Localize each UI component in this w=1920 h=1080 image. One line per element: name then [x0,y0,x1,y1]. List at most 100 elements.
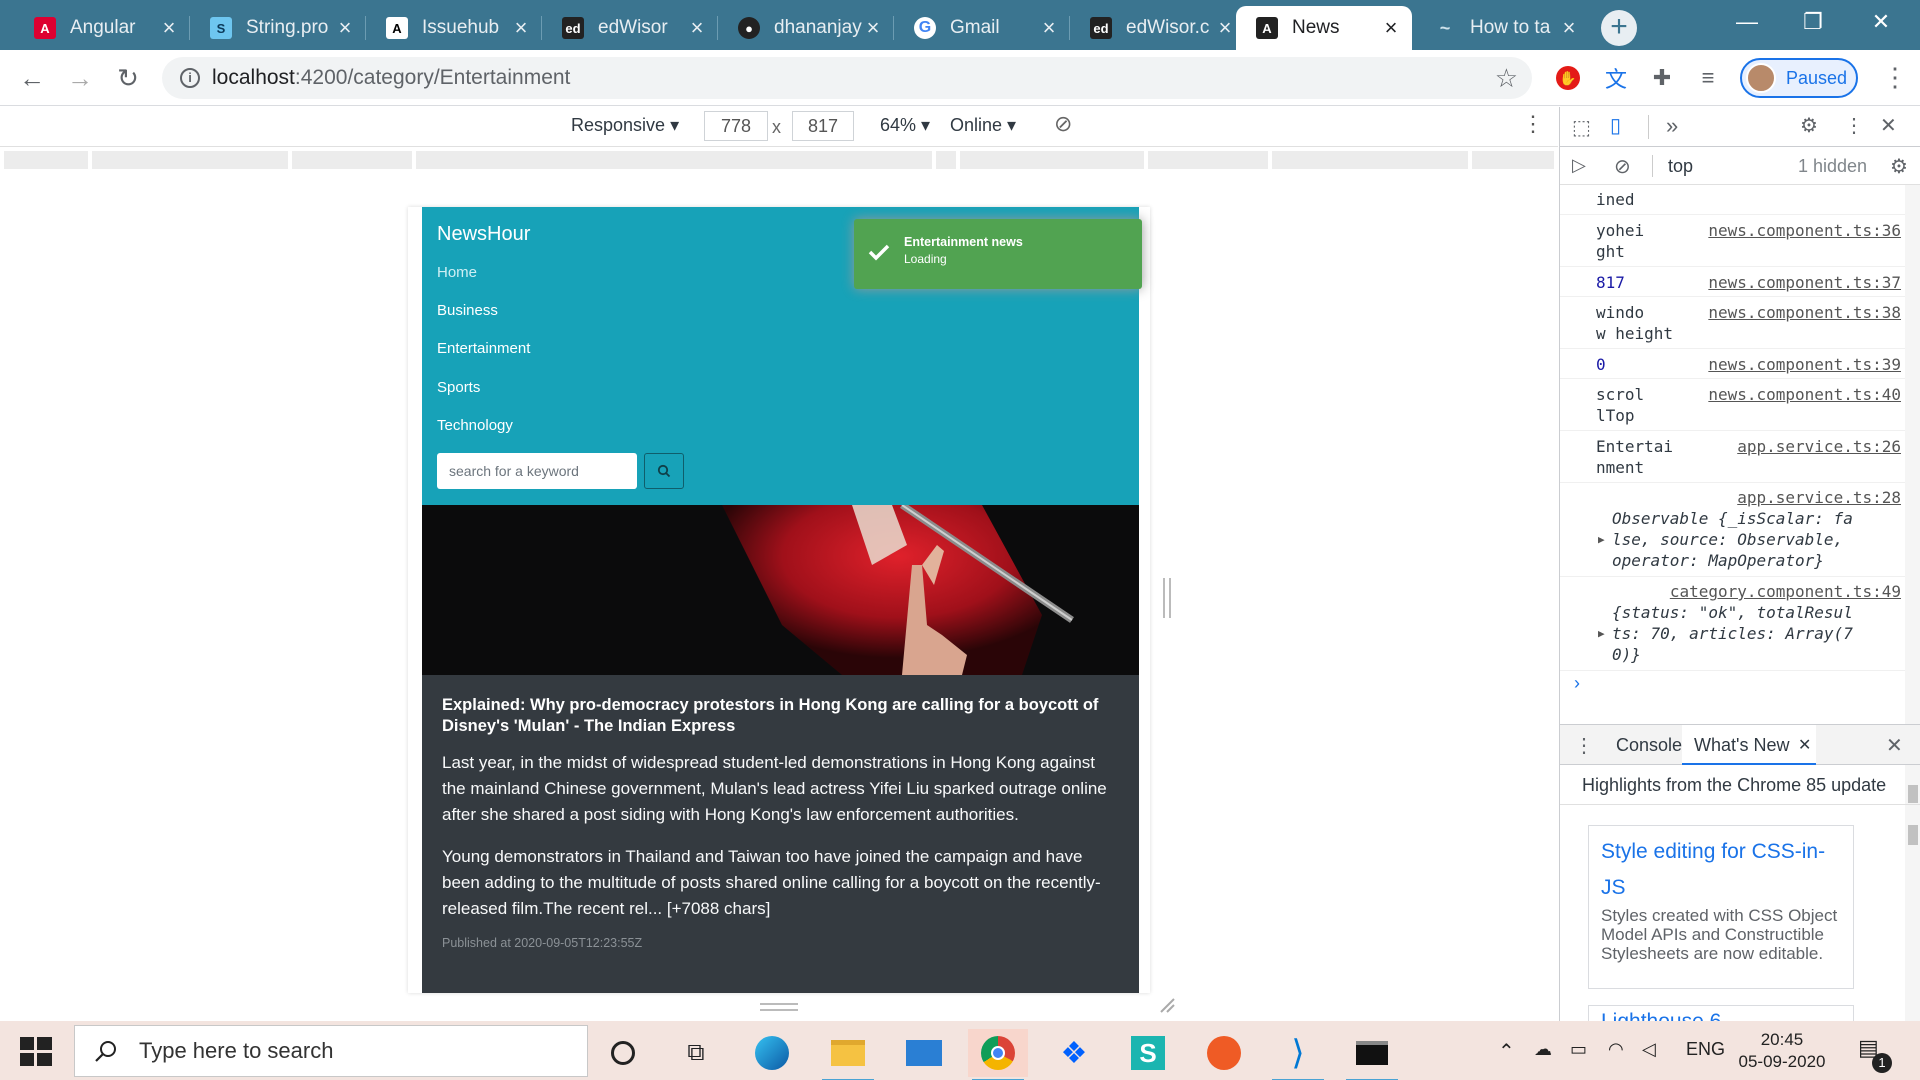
devtools-menu-icon[interactable]: ⋮ [1844,113,1864,138]
source-link[interactable]: news.component.ts:40 [1708,384,1901,405]
source-link[interactable]: news.component.ts:37 [1708,272,1901,293]
terminal-icon[interactable] [1342,1029,1402,1080]
dev-tool-icon[interactable]: S [1118,1029,1178,1077]
tab-edwisor-2[interactable]: ed edWisor.c × [1070,6,1246,50]
clear-console-icon[interactable]: ⊘ [1614,154,1631,179]
expand-triangle-icon[interactable]: ▶ [1598,529,1605,550]
toast-notification[interactable]: Entertainment news Loading [854,219,1142,289]
nav-technology[interactable]: Technology [437,417,513,434]
network-throttle-select[interactable]: Online ▾ [950,115,1016,136]
tab-howto[interactable]: ~ How to ta × [1414,6,1590,50]
whats-new-card[interactable]: Style editing for CSS-in-JS Styles creat… [1588,825,1854,989]
dropbox-icon[interactable]: ❖ [1044,1029,1104,1077]
viewport-width-input[interactable]: 778 [704,111,768,141]
close-icon[interactable]: × [862,15,884,41]
file-explorer-icon[interactable] [818,1029,878,1080]
tray-chevron-icon[interactable]: ⌃ [1498,1039,1515,1064]
more-panels-icon[interactable]: » [1666,113,1678,139]
forward-icon[interactable]: → [60,58,100,98]
close-icon[interactable]: ✕ [1798,735,1811,755]
postman-icon[interactable] [1194,1029,1254,1077]
profile-button[interactable]: Paused [1740,58,1858,98]
sidebar-toggle-icon[interactable]: ▷ [1572,155,1586,176]
language-indicator[interactable]: ENG [1686,1039,1725,1060]
close-icon[interactable]: × [1038,15,1060,41]
device-toggle-icon[interactable]: ▯ [1610,113,1621,138]
viewport-height-input[interactable]: 817 [792,111,854,141]
edge-icon[interactable] [742,1029,802,1077]
new-tab-button[interactable]: + [1601,10,1637,46]
extensions-icon[interactable]: ✚ [1648,64,1676,92]
media-control-icon[interactable]: ≡ [1694,64,1722,92]
vscode-icon[interactable]: ⟩ [1268,1029,1328,1080]
source-link[interactable]: news.component.ts:36 [1708,220,1901,241]
tab-whats-new[interactable]: What's New ✕ [1682,725,1816,765]
drawer-scrollbar[interactable] [1905,805,1920,1022]
close-icon[interactable]: × [334,15,356,41]
search-button[interactable] [644,453,684,489]
expand-triangle-icon[interactable]: ▶ [1598,623,1605,644]
nav-home[interactable]: Home [437,264,477,281]
console-settings-icon[interactable]: ⚙ [1890,154,1908,179]
close-icon[interactable]: × [1214,15,1236,41]
clock[interactable]: 20:45 05-09-2020 [1732,1029,1832,1073]
search-input[interactable]: search for a keyword [437,453,637,489]
bookmark-star-icon[interactable]: ☆ [1495,63,1518,94]
resize-corner-icon[interactable] [1158,996,1176,1014]
source-link[interactable]: category.component.ts:49 [1670,581,1901,602]
chrome-menu-icon[interactable]: ⋮ [1882,62,1908,93]
tab-string[interactable]: S String.pro × [190,6,366,50]
address-bar[interactable]: i localhost:4200/category/Entertainment … [162,57,1532,99]
nav-entertainment[interactable]: Entertainment [437,340,530,357]
context-select[interactable]: top [1668,156,1693,177]
tab-news[interactable]: A News × [1236,6,1412,50]
rotate-icon[interactable]: ⊘ [1054,111,1072,137]
device-toolbar-menu-icon[interactable]: ⋮ [1522,111,1544,137]
card-title[interactable]: Style editing for CSS-in-JS [1601,834,1841,906]
tab-edwisor[interactable]: ed edWisor × [542,6,718,50]
task-view-icon[interactable]: ⧉ [666,1029,726,1077]
chrome-icon[interactable] [968,1029,1028,1080]
tab-console[interactable]: Console [1616,735,1682,756]
site-info-icon[interactable]: i [180,68,200,88]
inspect-element-icon[interactable]: ⬚ [1572,115,1591,140]
devtools-close-icon[interactable]: ✕ [1880,113,1897,138]
taskbar-search-input[interactable]: Type here to search [74,1025,588,1077]
media-query-bar[interactable] [0,147,1558,173]
source-link[interactable]: news.component.ts:39 [1708,354,1901,375]
window-close-icon[interactable]: ✕ [1848,0,1914,44]
resize-handle-right[interactable] [1163,578,1171,618]
reload-icon[interactable]: ↻ [108,58,148,98]
adblock-icon[interactable]: ✋ [1554,64,1582,92]
tab-issuehub[interactable]: A Issuehub × [366,6,542,50]
volume-icon[interactable]: ◁ [1642,1039,1656,1060]
console-row-category[interactable]: category.component.ts:49 {status: "ok", … [1560,577,1905,671]
cortana-icon[interactable] [593,1029,653,1077]
drawer-menu-icon[interactable]: ⋮ [1574,733,1594,758]
wifi-icon[interactable]: ◠ [1608,1039,1624,1060]
console-row-observable[interactable]: app.service.ts:28 Observable {_isScalar:… [1560,483,1905,577]
close-icon[interactable]: × [158,15,180,41]
source-link[interactable]: app.service.ts:26 [1737,436,1901,457]
brand-logo[interactable]: NewsHour [437,223,530,246]
translate-icon[interactable]: 文 [1602,64,1630,92]
resize-handle-bottom[interactable] [760,1003,798,1011]
nav-business[interactable]: Business [437,302,498,319]
restore-icon[interactable]: ❐ [1780,0,1846,44]
console-prompt-icon[interactable]: › [1574,673,1580,694]
zoom-select[interactable]: 64% ▾ [880,115,930,136]
url-text[interactable]: localhost:4200/category/Entertainment [212,66,1495,90]
hidden-count[interactable]: 1 hidden [1798,156,1867,177]
tab-angular[interactable]: A Angular × [14,6,190,50]
windows-start-icon[interactable] [18,1035,54,1069]
close-icon[interactable]: × [1380,15,1402,41]
tab-gmail[interactable]: G Gmail × [894,6,1070,50]
device-mode-select[interactable]: Responsive ▾ [571,115,679,136]
drawer-close-icon[interactable]: ✕ [1886,733,1903,758]
back-icon[interactable]: ← [12,58,52,98]
close-icon[interactable]: × [686,15,708,41]
close-icon[interactable]: × [510,15,532,41]
nav-sports[interactable]: Sports [437,379,480,396]
source-link[interactable]: news.component.ts:38 [1708,302,1901,323]
onedrive-icon[interactable]: ☁ [1534,1039,1552,1060]
